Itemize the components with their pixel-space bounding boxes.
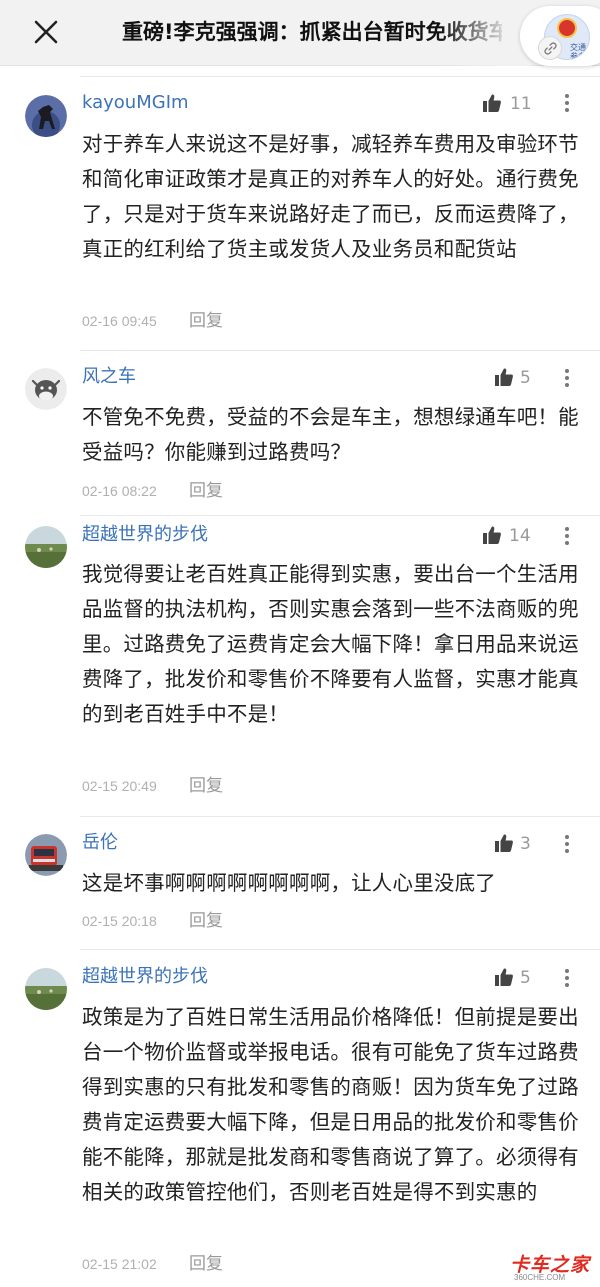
close-button[interactable] <box>28 14 64 50</box>
thumbs-up-icon[interactable] <box>494 833 514 853</box>
comment-time: 02-15 21:02 <box>82 1256 157 1272</box>
miniprogram-capsule[interactable]: 交通 参考 <box>520 6 600 66</box>
like-count: 3 <box>520 834 531 854</box>
comment-time: 02-16 09:45 <box>82 313 157 329</box>
cow-avatar <box>25 368 67 410</box>
comment-text: 不管免不免费，受益的不会是车主，想想绿通车吧！能受益吗？你能赚到过路费吗？ <box>82 405 579 464</box>
avatar[interactable] <box>25 526 67 568</box>
comment-text: 政策是为了百姓日常生活用品价格降低！但前提是要出台一个物价监督或举报电话。很有可… <box>82 1005 579 1204</box>
grassland-avatar <box>25 968 67 1010</box>
comment-text: 对于养车人来说这不是好事，减轻养车费用及审验环节和简化审证政策才是真正的对养车人… <box>82 132 579 261</box>
comment-time: 02-15 20:49 <box>82 778 157 794</box>
link-icon <box>544 42 557 55</box>
reply-button[interactable]: 回复 <box>189 775 223 797</box>
reply-button[interactable]: 回复 <box>189 310 223 332</box>
comment-text: 我觉得要让老百姓真正能得到实惠，要出台一个生活用品监督的执法机构，否则实惠会落到… <box>82 562 579 726</box>
watermark-subtext: 360CHE.COM <box>514 1273 566 1282</box>
comment-username[interactable]: 风之车 <box>82 365 136 389</box>
top-bar: 重磅!李克强强调：抓紧出台暂时免收货车过路费 交通 参考 <box>0 0 600 66</box>
link-badge[interactable] <box>538 36 562 60</box>
more-options-icon[interactable] <box>562 526 572 546</box>
avatar[interactable] <box>25 368 67 410</box>
comment-divider <box>80 76 600 77</box>
country-emblem-icon <box>557 18 577 38</box>
reply-button[interactable]: 回复 <box>189 910 223 932</box>
reply-button[interactable]: 回复 <box>189 480 223 502</box>
comment-username[interactable]: 超越世界的步伐 <box>82 965 208 989</box>
like-count: 11 <box>510 94 532 114</box>
close-icon <box>34 20 58 44</box>
more-options-icon[interactable] <box>562 368 572 388</box>
truck-avatar <box>25 834 67 876</box>
avatar[interactable] <box>25 95 67 137</box>
more-options-icon[interactable] <box>562 93 572 113</box>
comment-divider <box>80 350 600 351</box>
logo-text: 交通 参考 <box>570 43 586 60</box>
reply-button[interactable]: 回复 <box>189 1253 223 1275</box>
thumbs-up-icon[interactable] <box>482 525 502 545</box>
horse-avatar <box>25 95 67 137</box>
comment-time: 02-15 20:18 <box>82 913 157 929</box>
thumbs-up-icon[interactable] <box>482 93 502 113</box>
avatar[interactable] <box>25 968 67 1010</box>
like-count: 5 <box>520 968 531 988</box>
watermark-logo: 卡车之家 360CHE.COM <box>510 1250 594 1284</box>
thumbs-up-icon[interactable] <box>494 967 514 987</box>
comment-divider <box>80 816 600 817</box>
like-count: 14 <box>509 526 531 546</box>
comment-time: 02-16 08:22 <box>82 483 157 499</box>
title-fade <box>440 0 530 66</box>
comment-username[interactable]: 岳伦 <box>82 831 118 855</box>
more-options-icon[interactable] <box>562 834 572 854</box>
comment-username[interactable]: 超越世界的步伐 <box>82 523 208 547</box>
like-count: 5 <box>520 368 531 388</box>
comment-username[interactable]: kayouMGIm <box>82 91 189 115</box>
grassland-avatar <box>25 526 67 568</box>
thumbs-up-icon[interactable] <box>494 367 514 387</box>
avatar[interactable] <box>25 834 67 876</box>
comment-text: 这是坏事啊啊啊啊啊啊啊啊，让人心里没底了 <box>82 871 496 895</box>
comment-divider <box>80 515 600 516</box>
more-options-icon[interactable] <box>562 968 572 988</box>
comment-divider <box>80 949 600 950</box>
